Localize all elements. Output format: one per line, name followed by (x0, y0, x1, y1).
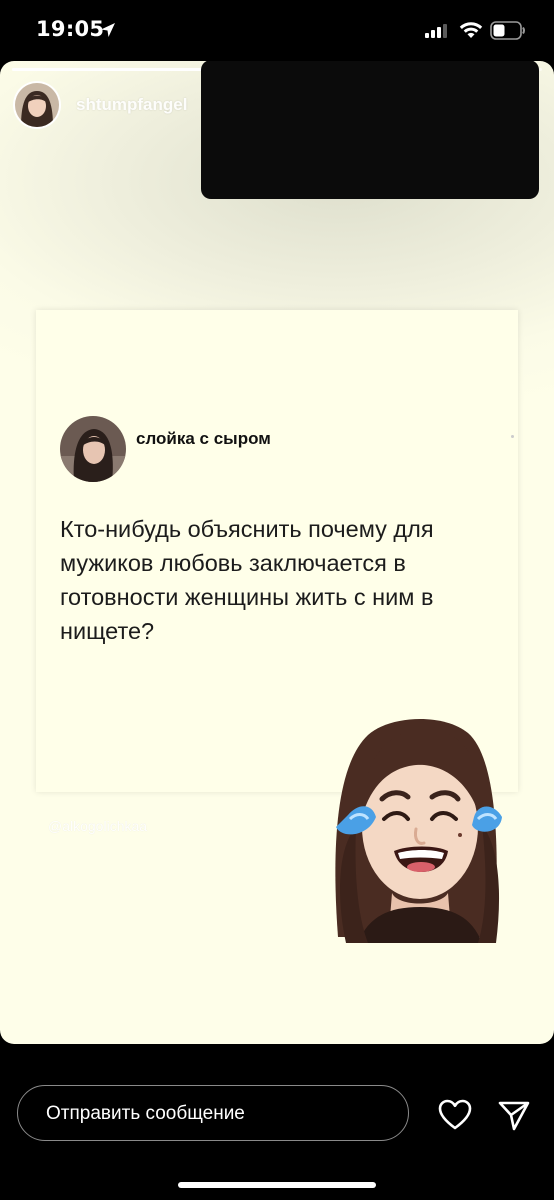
author-name[interactable]: shtumpfangel (76, 95, 187, 115)
story-viewer[interactable]: shtumpfangel слойка с сыром Кто-нибудь о… (0, 61, 554, 1044)
location-arrow-icon (101, 23, 115, 37)
cellular-signal-icon (425, 24, 447, 38)
battery-icon (490, 21, 525, 40)
post-username: слойка с сыром (136, 429, 271, 448)
card-dot (511, 435, 514, 438)
message-placeholder: Отправить сообщение (46, 1103, 245, 1124)
home-indicator[interactable] (178, 1182, 376, 1188)
heart-icon[interactable] (438, 1099, 472, 1131)
status-time: 19:05 (36, 17, 105, 41)
post-text: Кто-нибудь объяснить почему для мужиков … (60, 516, 434, 644)
send-message-input[interactable]: Отправить сообщение (17, 1085, 409, 1141)
story-progress-fill (12, 68, 209, 71)
watermark-handle: @alkogolichkaa (48, 818, 148, 834)
author-avatar[interactable] (15, 83, 59, 127)
post-author-avatar (60, 416, 126, 482)
reply-bar: Отправить сообщение (0, 1044, 554, 1200)
send-icon[interactable] (497, 1098, 531, 1132)
black-overlay-box (201, 61, 539, 199)
crying-laughing-memoji-sticker (335, 718, 502, 943)
status-bar: 19:05 (0, 0, 554, 62)
wifi-icon (459, 22, 483, 38)
